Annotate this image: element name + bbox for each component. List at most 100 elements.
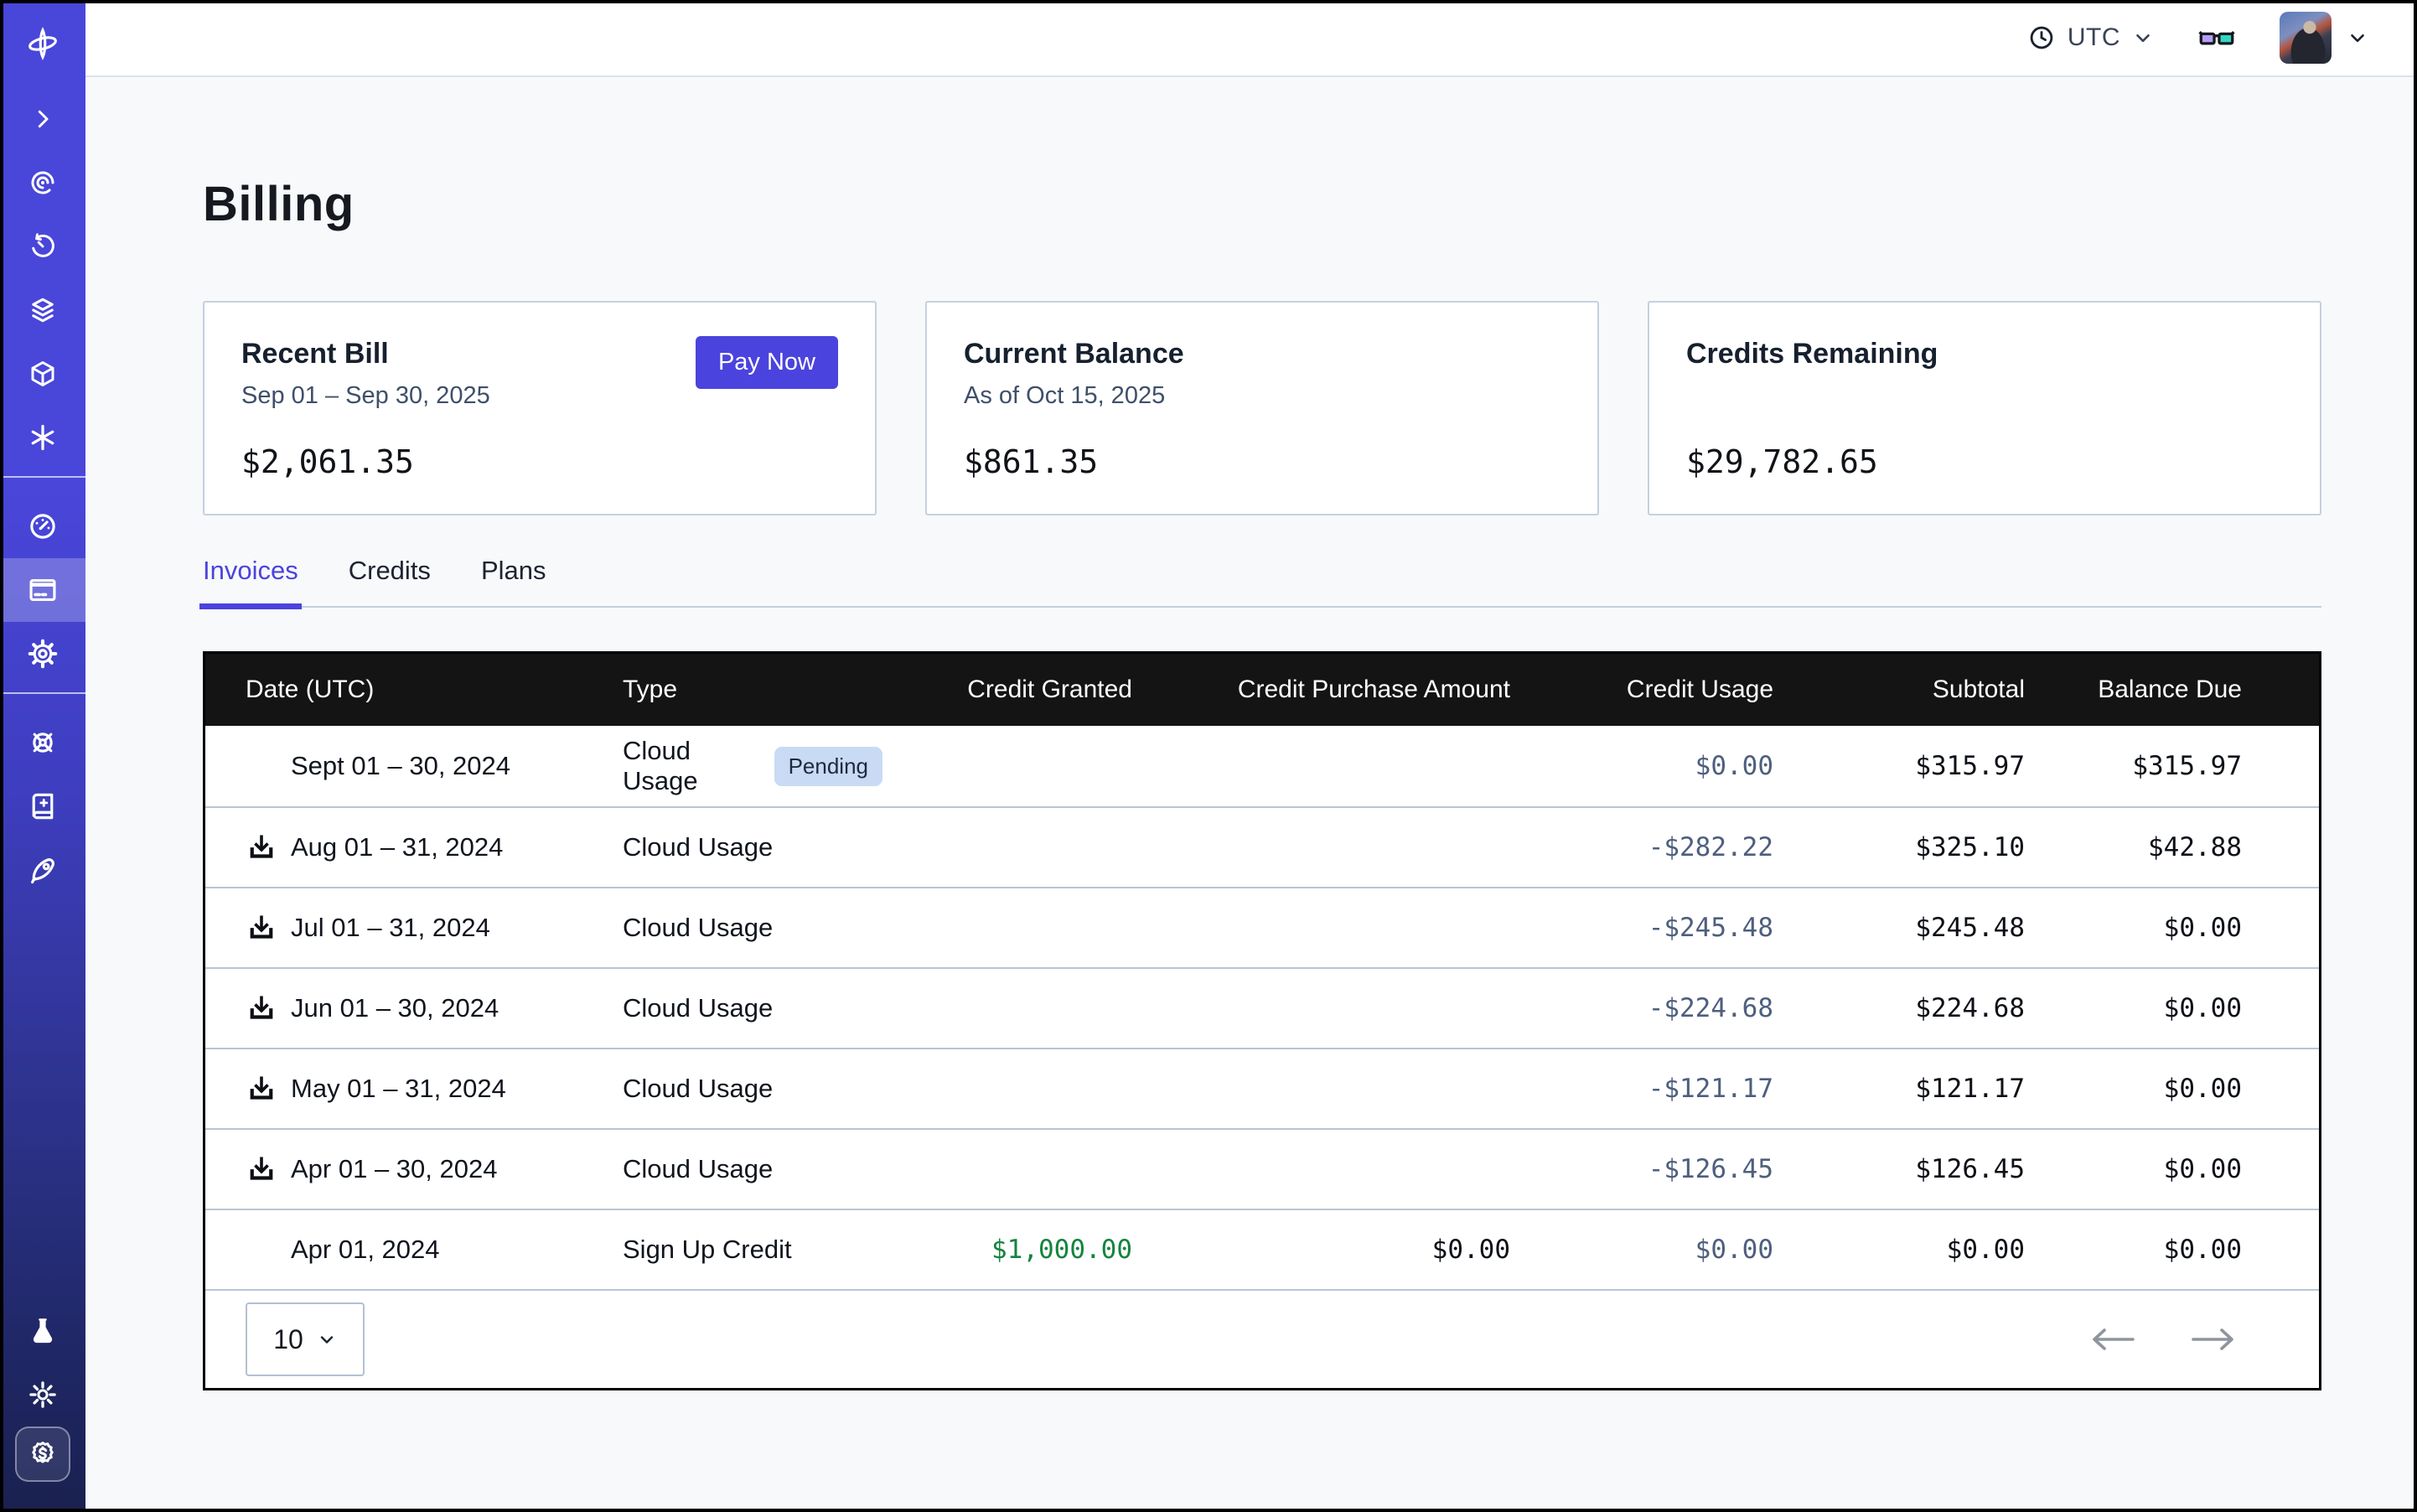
balance-due-cell: $42.88 <box>2025 832 2242 862</box>
gear-icon <box>27 638 59 670</box>
card-title: Credits Remaining <box>1686 338 2283 370</box>
invoice-type: Cloud Usage <box>623 993 773 1023</box>
timezone-label: UTC <box>2068 23 2120 52</box>
prev-page-button[interactable] <box>2089 1326 2136 1353</box>
sidebar-item-cube[interactable] <box>0 342 85 406</box>
credit-usage-cell: -$121.17 <box>1510 1074 1773 1104</box>
sidebar-item-expand[interactable] <box>0 87 85 151</box>
table-row: Jul 01 – 31, 2024 Cloud Usage -$245.48 $… <box>205 887 2319 967</box>
invoice-type: Cloud Usage <box>623 736 759 796</box>
table-row: Apr 01, 2024 Sign Up Credit $1,000.00 $0… <box>205 1209 2319 1289</box>
chevron-right-icon <box>30 106 55 132</box>
invoice-date: May 01 – 31, 2024 <box>291 1074 506 1104</box>
sidebar-logo[interactable] <box>0 0 85 87</box>
subtotal-cell: $0.00 <box>1773 1235 2025 1265</box>
pay-now-button[interactable]: Pay Now <box>696 336 838 389</box>
credit-purchase-amount-cell: $0.00 <box>1132 1235 1510 1265</box>
next-page-button[interactable] <box>2190 1326 2237 1353</box>
invoice-type: Cloud Usage <box>623 1154 773 1184</box>
app-root: UTC Billing Recent Bill <box>0 0 2417 1512</box>
current-balance-card: Current Balance As of Oct 15, 2025 $861.… <box>925 301 1599 515</box>
sidebar-item-theme[interactable] <box>0 1363 85 1427</box>
download-invoice-button[interactable] <box>246 992 277 1024</box>
sidebar-spacer <box>0 902 85 1299</box>
credit-usage-cell: $0.00 <box>1510 1235 1773 1265</box>
sidebar-item-layers[interactable] <box>0 278 85 342</box>
pagination-controls <box>2089 1326 2237 1353</box>
book-sparkle-icon <box>27 790 59 822</box>
chevron-down-icon <box>2132 27 2154 49</box>
sidebar-item-deploy[interactable] <box>0 838 85 902</box>
rocket-icon <box>27 854 59 886</box>
sidebar-item-settings[interactable] <box>0 622 85 686</box>
table-row: Sept 01 – 30, 2024 Cloud Usage Pending $… <box>205 726 2319 806</box>
content: Billing Recent Bill Sep 01 – Sep 30, 202… <box>85 77 2417 1512</box>
sidebar-item-gauge[interactable] <box>0 495 85 558</box>
asterisk-icon <box>28 422 58 453</box>
status-badge: Pending <box>774 747 882 786</box>
table-row: Aug 01 – 31, 2024 Cloud Usage -$282.22 $… <box>205 806 2319 887</box>
credit-usage-cell: $0.00 <box>1510 751 1773 781</box>
credits-remaining-card: Credits Remaining $29,782.65 <box>1648 301 2321 515</box>
billing-card-icon <box>27 574 59 606</box>
invoice-type: Sign Up Credit <box>623 1235 792 1265</box>
subtotal-cell: $126.45 <box>1773 1154 2025 1184</box>
invoice-date: Apr 01 – 30, 2024 <box>291 1154 497 1184</box>
page-title: Billing <box>203 176 2321 232</box>
user-menu[interactable] <box>2280 12 2368 64</box>
balance-due-cell: $0.00 <box>2025 1074 2242 1104</box>
clock-icon <box>2027 23 2056 52</box>
summary-cards: Recent Bill Sep 01 – Sep 30, 2025 $2,061… <box>203 301 2321 515</box>
column-header-credit-granted: Credit Granted <box>882 676 1132 704</box>
invoice-type: Cloud Usage <box>623 913 773 943</box>
credit-usage-cell: -$282.22 <box>1510 832 1773 862</box>
credit-usage-cell: -$245.48 <box>1510 913 1773 943</box>
column-header-credit-usage: Credit Usage <box>1510 676 1773 704</box>
credit-granted-cell: $1,000.00 <box>882 1235 1132 1265</box>
tab-plans[interactable]: Plans <box>481 556 546 606</box>
credit-usage-cell: -$224.68 <box>1510 993 1773 1023</box>
page-size-select[interactable]: 10 <box>246 1302 365 1376</box>
sidebar-item-wheel[interactable] <box>0 711 85 774</box>
sidebar-item-asterisk[interactable] <box>0 406 85 469</box>
invoice-date: Jul 01 – 31, 2024 <box>291 913 490 943</box>
sidebar-item-history[interactable] <box>0 215 85 278</box>
chevron-down-icon <box>317 1329 337 1349</box>
sidebar-item-labs[interactable] <box>0 1299 85 1363</box>
table-row: Jun 01 – 30, 2024 Cloud Usage -$224.68 $… <box>205 967 2319 1048</box>
balance-due-cell: $0.00 <box>2025 1235 2242 1265</box>
reader-mode-button[interactable] <box>2197 25 2236 50</box>
card-amount: $2,061.35 <box>241 443 838 480</box>
topbar: UTC <box>85 0 2417 77</box>
invoice-type: Cloud Usage <box>623 832 773 862</box>
card-period: As of Oct 15, 2025 <box>964 382 1560 411</box>
subtotal-cell: $121.17 <box>1773 1074 2025 1104</box>
sidebar-item-billing[interactable] <box>0 558 85 622</box>
timezone-selector[interactable]: UTC <box>2027 23 2154 52</box>
column-header-credit-purchase-amount: Credit Purchase Amount <box>1132 676 1510 704</box>
credit-usage-cell: -$126.45 <box>1510 1154 1773 1184</box>
download-invoice-button[interactable] <box>246 1153 277 1185</box>
invoice-date: Sept 01 – 30, 2024 <box>291 751 510 781</box>
subtotal-cell: $325.10 <box>1773 832 2025 862</box>
tab-credits[interactable]: Credits <box>349 556 431 606</box>
subtotal-cell: $224.68 <box>1773 993 2025 1023</box>
sidebar-item-credits[interactable] <box>15 1427 70 1482</box>
table-row: Apr 01 – 30, 2024 Cloud Usage -$126.45 $… <box>205 1128 2319 1209</box>
download-invoice-button[interactable] <box>246 831 277 863</box>
sidebar-item-iris[interactable] <box>0 151 85 215</box>
user-avatar <box>2280 12 2332 64</box>
tab-invoices[interactable]: Invoices <box>203 556 298 606</box>
download-invoice-button[interactable] <box>246 912 277 944</box>
invoice-date: Jun 01 – 30, 2024 <box>291 993 499 1023</box>
invoices-table: Date (UTC) Type Credit Granted Credit Pu… <box>203 651 2321 1390</box>
balance-due-cell: $0.00 <box>2025 913 2242 943</box>
recent-bill-card: Recent Bill Sep 01 – Sep 30, 2025 $2,061… <box>203 301 877 515</box>
table-body: Sept 01 – 30, 2024 Cloud Usage Pending $… <box>205 726 2319 1289</box>
orbit-logo-icon <box>24 25 61 62</box>
balance-due-cell: $0.00 <box>2025 1154 2242 1184</box>
download-invoice-button[interactable] <box>246 1073 277 1105</box>
sidebar-item-docs[interactable] <box>0 774 85 838</box>
flask-icon <box>28 1316 58 1346</box>
column-header-subtotal: Subtotal <box>1773 676 2025 704</box>
